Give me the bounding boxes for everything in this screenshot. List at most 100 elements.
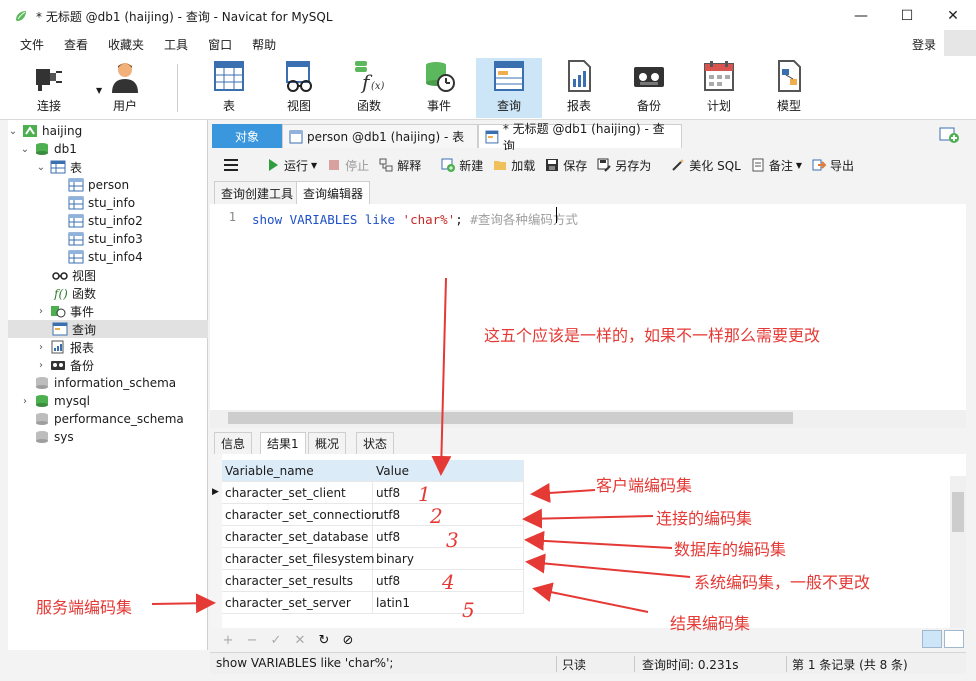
add-record-icon[interactable]: + <box>218 633 238 648</box>
tree-item-stu-info[interactable]: stu_info <box>8 194 208 212</box>
table-cell[interactable]: utf8 <box>373 482 524 504</box>
table-cell[interactable]: utf8 <box>373 504 524 526</box>
toolbar-model-button[interactable]: 模型 <box>756 58 822 118</box>
new-query-button[interactable]: 新建 <box>441 157 483 174</box>
toolbar-event-button[interactable]: 事件 <box>406 58 472 118</box>
chevron-down-icon[interactable]: ⌄ <box>36 162 46 173</box>
menu-help[interactable]: 帮助 <box>242 36 286 53</box>
tree-item-stu-info3[interactable]: stu_info3 <box>8 230 208 248</box>
toolbar-table-button[interactable]: 表 <box>196 58 262 118</box>
toolbar-report-button[interactable]: 报表 <box>546 58 612 118</box>
grid-vertical-scrollbar[interactable] <box>950 476 966 628</box>
chevron-down-icon[interactable]: ▼ <box>796 161 802 170</box>
save-label: 保存 <box>563 158 588 173</box>
chevron-down-icon[interactable]: ⌄ <box>8 126 18 137</box>
tree-item-backups[interactable]: › 备份 <box>8 356 208 374</box>
stop-query-icon[interactable]: ⊘ <box>338 633 358 648</box>
result-tabs: 信息 结果1 概况 状态 <box>210 430 966 454</box>
chevron-right-icon[interactable]: › <box>36 306 46 317</box>
run-button[interactable]: 运行 ▼ <box>266 157 317 174</box>
menu-view[interactable]: 查看 <box>54 36 98 53</box>
tree-item-label: stu_info2 <box>88 214 143 228</box>
tree-item-functions[interactable]: f() 函数 <box>8 284 208 302</box>
column-header-value[interactable]: Value <box>373 460 524 482</box>
chevron-right-icon[interactable]: › <box>36 360 46 371</box>
chevron-right-icon[interactable]: › <box>36 342 46 353</box>
table-cell[interactable]: character_set_filesystem <box>222 548 374 570</box>
comment-button[interactable]: 备注 ▼ <box>751 157 802 174</box>
tree-item-db1[interactable]: ⌄ db1 <box>8 140 208 158</box>
tree-item-mysql[interactable]: › mysql <box>8 392 208 410</box>
tab-person-table[interactable]: person @db1 (haijing) - 表 <box>282 124 478 148</box>
refresh-icon[interactable]: ↻ <box>314 633 334 648</box>
tree-item-events[interactable]: › 事件 <box>8 302 208 320</box>
save-as-button[interactable]: 另存为 <box>597 157 651 174</box>
chevron-down-icon[interactable]: ▼ <box>311 161 317 170</box>
add-tab-icon[interactable] <box>938 126 960 144</box>
table-cell[interactable]: character_set_database <box>222 526 373 548</box>
discard-changes-icon[interactable]: ✕ <box>290 633 310 648</box>
tree-item-information-schema[interactable]: information_schema <box>8 374 208 392</box>
view-glasses-icon <box>52 272 68 280</box>
tab-untitled-query[interactable]: * 无标题 @db1 (haijing) - 查询 <box>478 122 682 153</box>
chevron-down-icon[interactable]: ⌄ <box>20 144 30 155</box>
tree-item-performance-schema[interactable]: performance_schema <box>8 410 208 428</box>
tab-result1[interactable]: 结果1 <box>260 432 306 454</box>
table-cell[interactable]: latin1 <box>373 592 524 614</box>
toolbar-connect-button[interactable]: 连接 ▼ <box>16 58 102 118</box>
hamburger-menu-icon[interactable] <box>224 159 238 171</box>
editor-horizontal-scrollbar[interactable] <box>210 410 966 428</box>
toolbar-view-button[interactable]: 视图 <box>266 58 332 118</box>
menu-file[interactable]: 文件 <box>10 36 54 53</box>
menu-tools[interactable]: 工具 <box>154 36 198 53</box>
table-cell[interactable]: character_set_results <box>222 570 373 592</box>
scrollbar-thumb[interactable] <box>952 492 964 532</box>
save-button[interactable]: 保存 <box>545 157 587 174</box>
tab-query-builder[interactable]: 查询创建工具 <box>214 181 301 204</box>
tab-objects[interactable]: 对象 <box>212 124 282 148</box>
apply-changes-icon[interactable]: ✓ <box>266 633 286 648</box>
close-button[interactable]: ✕ <box>930 0 976 32</box>
database-icon <box>36 395 48 407</box>
tab-info[interactable]: 信息 <box>214 432 253 454</box>
toolbar-query-button[interactable]: 查询 <box>476 58 542 118</box>
tab-profile[interactable]: 概况 <box>308 432 347 454</box>
toolbar-user-button[interactable]: 用户 <box>92 58 158 118</box>
tree-item-stu-info4[interactable]: stu_info4 <box>8 248 208 266</box>
maximize-button[interactable]: ☐ <box>884 0 930 32</box>
tree-item-views[interactable]: 视图 <box>8 266 208 284</box>
column-header-variable-name[interactable]: Variable_name <box>222 460 373 482</box>
tree-item-haijing[interactable]: ⌄ haijing <box>8 122 208 140</box>
sql-editor[interactable]: 1 show VARIABLES like 'char%'; #查询各种编码方式 <box>210 204 966 410</box>
chevron-right-icon[interactable]: › <box>20 396 30 407</box>
explain-button[interactable]: 解释 <box>379 157 421 174</box>
grid-view-icon[interactable] <box>922 630 942 648</box>
minimize-button[interactable]: — <box>838 0 884 32</box>
tree-item-queries[interactable]: 查询 <box>8 320 208 338</box>
delete-record-icon[interactable]: − <box>242 633 262 648</box>
tree-item-tables[interactable]: ⌄ 表 <box>8 158 208 176</box>
scrollbar-thumb[interactable] <box>228 412 793 424</box>
tree-item-sys[interactable]: sys <box>8 428 208 446</box>
form-view-icon[interactable] <box>944 630 964 648</box>
load-button[interactable]: 加载 <box>493 157 535 174</box>
login-link[interactable]: 登录 <box>912 36 936 53</box>
stop-button[interactable]: 停止 <box>327 157 369 174</box>
menu-favorites[interactable]: 收藏夹 <box>98 36 154 53</box>
table-cell[interactable]: character_set_connection <box>222 504 379 526</box>
toolbar-schedule-button[interactable]: 计划 <box>686 58 752 118</box>
toolbar-backup-button[interactable]: 备份 <box>616 58 682 118</box>
table-cell[interactable]: character_set_server <box>222 592 373 614</box>
row-marker-column <box>210 454 222 628</box>
table-cell[interactable]: character_set_client <box>222 482 373 504</box>
title-bar: * 无标题 @db1 (haijing) - 查询 - Navicat for … <box>0 0 976 32</box>
tab-status[interactable]: 状态 <box>356 432 395 454</box>
toolbar-function-button[interactable]: f (x) 函数 <box>336 58 402 118</box>
menu-window[interactable]: 窗口 <box>198 36 242 53</box>
tree-item-person[interactable]: person <box>8 176 208 194</box>
export-button[interactable]: 导出 <box>812 157 854 174</box>
tree-item-reports[interactable]: › 报表 <box>8 338 208 356</box>
tree-item-stu-info2[interactable]: stu_info2 <box>8 212 208 230</box>
beautify-sql-button[interactable]: 美化 SQL <box>671 157 741 174</box>
tab-query-editor[interactable]: 查询编辑器 <box>296 181 371 204</box>
